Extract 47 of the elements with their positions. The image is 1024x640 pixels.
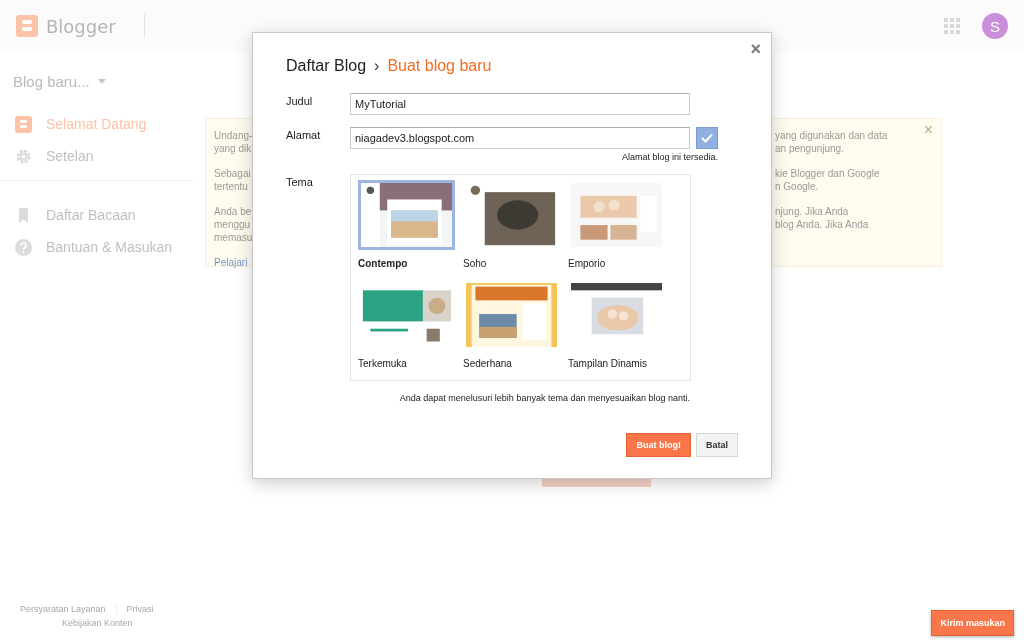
create-blog-button[interactable]: Buat blog! xyxy=(626,433,691,457)
theme-name: Emporio xyxy=(568,258,607,269)
footer-link[interactable]: Persyaratan Layanan xyxy=(20,604,106,614)
theme-thumbnail[interactable] xyxy=(568,180,665,250)
learn-more-link[interactable]: Pelajari xyxy=(214,256,253,269)
check-button[interactable] xyxy=(696,127,718,149)
sidebar-item[interactable]: Selamat Datang xyxy=(0,108,193,140)
field-label: Judul xyxy=(286,94,314,109)
theme-name: Tampilan Dinamis xyxy=(568,358,648,369)
notice-text: njung. Jika Anda blog Anda. Jika Anda xyxy=(775,205,870,231)
dialog-title: Buat blog baru xyxy=(387,57,492,75)
theme-name: Terkemuka xyxy=(358,358,408,369)
theme-name: Soho xyxy=(463,258,488,269)
close-button[interactable]: × xyxy=(923,121,933,139)
footer-link[interactable]: Kebijakan Konten xyxy=(62,618,154,628)
logo-text: Blogger xyxy=(46,15,116,37)
theme-thumbnail[interactable] xyxy=(358,180,455,250)
blog-selector[interactable]: Blog baru... xyxy=(13,72,90,90)
breadcrumb-link[interactable]: Daftar Blog xyxy=(286,57,367,75)
field-label: Tema xyxy=(286,175,314,190)
blogger-icon xyxy=(15,115,32,133)
availability-text: Alamat blog ini tersedia. xyxy=(621,152,718,162)
close-button[interactable]: × xyxy=(750,39,761,60)
help-icon xyxy=(15,238,32,256)
theme-thumbnail[interactable] xyxy=(463,280,560,350)
footer-link[interactable]: Privasi xyxy=(126,604,154,614)
feedback-button[interactable]: Kirim masukan xyxy=(931,610,1014,636)
notice-text: Undang- yang dik xyxy=(214,129,253,155)
address-field[interactable]: niagadev3.blogspot.com xyxy=(350,127,690,149)
avatar[interactable]: S xyxy=(982,13,1008,39)
blogger-logo-icon xyxy=(16,15,38,37)
sidebar-item[interactable]: Daftar Bacaan xyxy=(0,199,193,231)
notice-text: Sebagai tertentu xyxy=(214,167,252,193)
gear-icon xyxy=(15,147,32,165)
notice-text: Anda be menggu memasu xyxy=(214,205,253,244)
theme-name: Contempo xyxy=(358,258,409,269)
sidebar-item[interactable]: Setelan xyxy=(0,140,193,172)
field-label: Alamat xyxy=(286,128,322,143)
notice-text: yang digunakan dan data an pengunjung. xyxy=(775,129,889,155)
sidebar-item[interactable]: Bantuan & Masukan xyxy=(0,231,193,263)
cancel-button[interactable]: Batal xyxy=(696,433,738,457)
checkmark-icon xyxy=(701,133,713,143)
theme-name: Sederhana xyxy=(463,358,513,369)
hint-text: Anda dapat menelusuri lebih banyak tema dan menyesuaikan blog nanti. xyxy=(398,393,690,403)
breadcrumb-separator: › xyxy=(374,57,380,75)
notice-text: kie Blogger dan Google n Google. xyxy=(775,167,881,193)
title-field[interactable]: MyTutorial xyxy=(350,93,690,115)
